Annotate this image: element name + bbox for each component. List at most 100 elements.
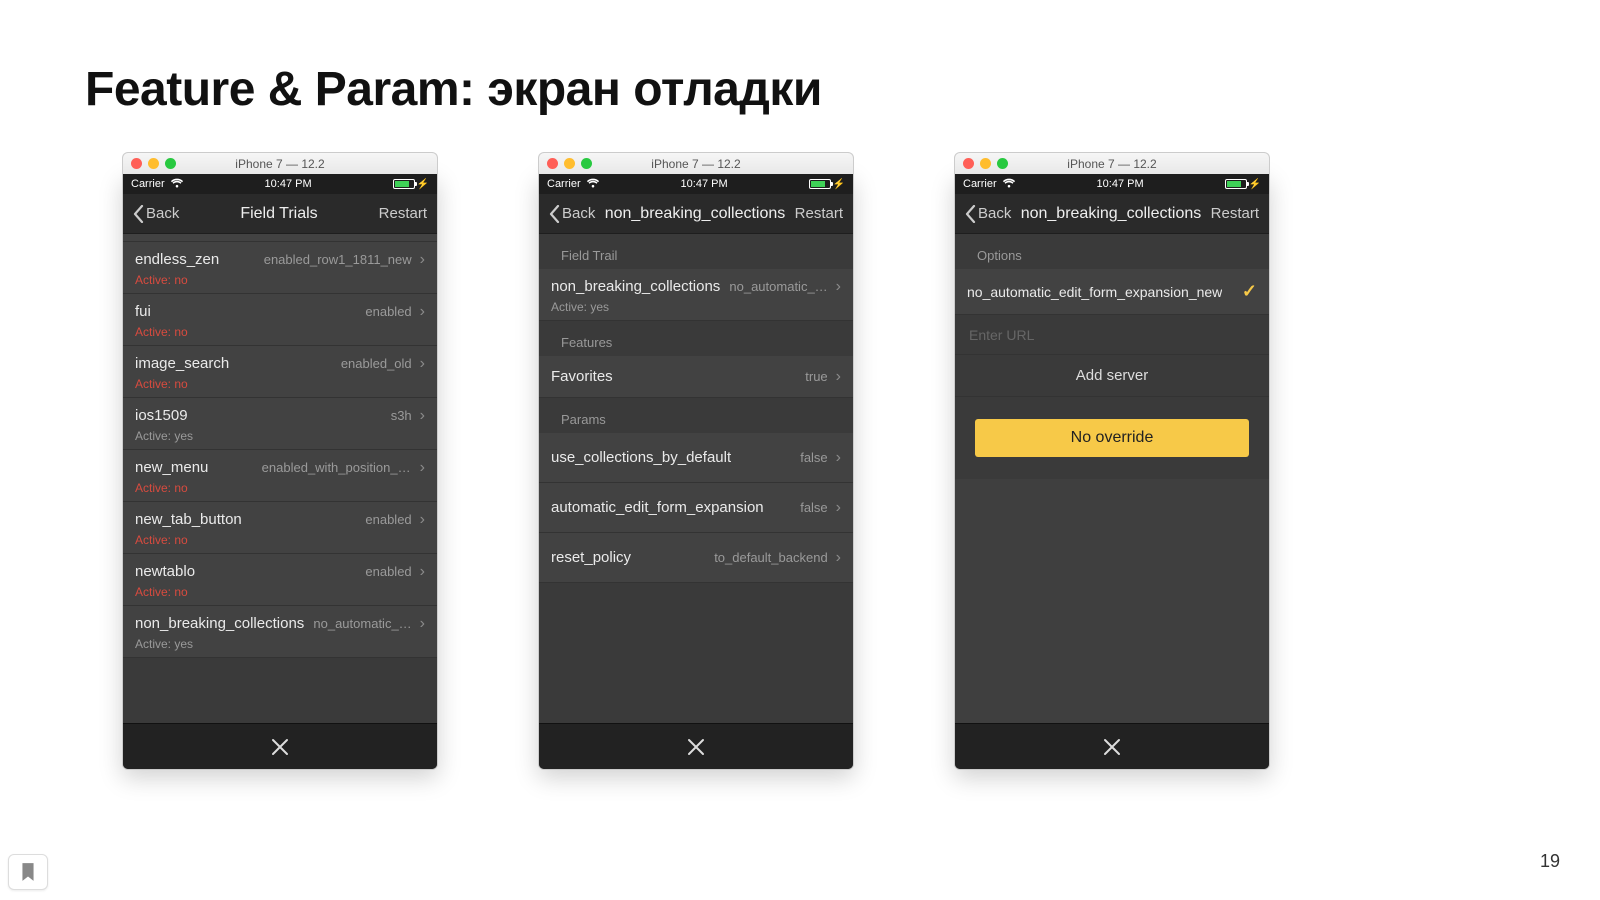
nav-bar: Back non_breaking_collections Restart: [539, 194, 853, 234]
row-title: fui: [135, 303, 151, 320]
param-row[interactable]: automatic_edit_form_expansionfalse›: [539, 483, 853, 533]
mac-titlebar: iPhone 7 — 12.2: [954, 152, 1270, 174]
bookmark-icon: [20, 862, 36, 882]
back-label: Back: [978, 205, 1011, 222]
row-value: true: [805, 369, 827, 384]
chevron-right-icon: ›: [836, 279, 841, 295]
table-row[interactable]: image_searchenabled_old›Active: no: [123, 346, 437, 398]
back-button[interactable]: Back: [133, 205, 179, 223]
no-override-button[interactable]: No override: [975, 419, 1249, 457]
table-row[interactable]: ios1509s3h›Active: yes: [123, 398, 437, 450]
section-options: Options: [955, 234, 1269, 269]
slide-title: Feature & Param: экран отладки: [85, 62, 822, 117]
zoom-dot[interactable]: [581, 158, 592, 169]
option-row[interactable]: no_automatic_edit_form_expansion_new ✓: [955, 269, 1269, 315]
back-label: Back: [146, 205, 179, 222]
chevron-left-icon: [965, 205, 976, 223]
url-input[interactable]: Enter URL: [955, 315, 1269, 355]
row-title: non_breaking_collections: [135, 615, 304, 632]
table-row[interactable]: new_tab_button enabled › Active: no: [123, 502, 437, 554]
row-value: false: [800, 500, 827, 515]
restart-button[interactable]: Restart: [379, 205, 427, 222]
minimize-dot[interactable]: [148, 158, 159, 169]
section-features: Features: [539, 321, 853, 356]
chevron-right-icon: ›: [420, 356, 425, 372]
close-toolbar-button[interactable]: [539, 723, 853, 769]
close-dot[interactable]: [547, 158, 558, 169]
table-row[interactable]: endless_zenenabled_row1_1811_new›Active:…: [123, 242, 437, 294]
chevron-right-icon: ›: [836, 369, 841, 385]
clock: 10:47 PM: [265, 178, 312, 190]
row-value: enabled: [365, 564, 411, 579]
chevron-right-icon: ›: [420, 616, 425, 632]
mac-titlebar: iPhone 7 — 12.2: [538, 152, 854, 174]
close-toolbar-button[interactable]: [955, 723, 1269, 769]
restart-button[interactable]: Restart: [795, 205, 843, 222]
row-title: new_tab_button: [135, 511, 242, 528]
carrier-label: Carrier: [131, 178, 165, 190]
back-button[interactable]: Back: [549, 205, 595, 223]
chevron-right-icon: ›: [420, 304, 425, 320]
row-title: endless_zen: [135, 251, 219, 268]
zoom-dot[interactable]: [165, 158, 176, 169]
row-title: use_collections_by_default: [551, 449, 731, 466]
row-active-status: Active: no: [135, 325, 425, 339]
checkmark-icon: ✓: [1242, 281, 1257, 302]
bookmark-button[interactable]: [8, 854, 48, 890]
chevron-right-icon: ›: [420, 512, 425, 528]
table-row[interactable]: fui enabled › Active: no: [123, 294, 437, 346]
url-placeholder: Enter URL: [969, 327, 1034, 343]
close-toolbar-button[interactable]: [123, 723, 437, 769]
back-button[interactable]: Back: [965, 205, 1011, 223]
trail-row[interactable]: non_breaking_collections no_automatic_… …: [539, 269, 853, 321]
status-bar: Carrier 10:47 PM ⚡: [123, 174, 437, 194]
close-dot[interactable]: [131, 158, 142, 169]
back-label: Back: [562, 205, 595, 222]
chevron-right-icon: ›: [420, 564, 425, 580]
carrier-label: Carrier: [963, 178, 997, 190]
minimize-dot[interactable]: [564, 158, 575, 169]
row-active-status: Active: no: [135, 533, 425, 547]
chevron-right-icon: ›: [836, 450, 841, 466]
restart-button[interactable]: Restart: [1211, 205, 1259, 222]
row-value: enabled: [365, 512, 411, 527]
row-value: enabled_old: [341, 356, 412, 371]
row-title: Favorites: [551, 368, 613, 385]
close-dot[interactable]: [963, 158, 974, 169]
row-value: no_automatic_…: [313, 616, 411, 631]
chevron-right-icon: ›: [420, 460, 425, 476]
row-value: no_automatic_…: [729, 279, 827, 294]
simulator-window-2: iPhone 7 — 12.2 Carrier 10:47 PM ⚡: [538, 152, 854, 770]
status-bar: Carrier 10:47 PM ⚡: [539, 174, 853, 194]
carrier-label: Carrier: [547, 178, 581, 190]
chevron-left-icon: [549, 205, 560, 223]
param-row[interactable]: reset_policyto_default_backend›: [539, 533, 853, 583]
close-icon: [1102, 737, 1122, 757]
table-row[interactable]: newtabloenabled›Active: no: [123, 554, 437, 606]
content-spacer: [955, 479, 1269, 723]
chevron-left-icon: [133, 205, 144, 223]
nav-title: Field Trials: [179, 205, 378, 223]
row-active-status: Active: no: [135, 481, 425, 495]
row-title: ios1509: [135, 407, 188, 424]
section-field-trail: Field Trail: [539, 234, 853, 269]
chevron-right-icon: ›: [836, 500, 841, 516]
row-title: reset_policy: [551, 549, 631, 566]
zoom-dot[interactable]: [997, 158, 1008, 169]
nav-bar: Back Field Trials Restart: [123, 194, 437, 234]
add-server-button[interactable]: Add server: [955, 355, 1269, 397]
battery-indicator: ⚡: [809, 179, 845, 190]
page-number: 19: [1540, 851, 1560, 872]
row-active-status: Active: yes: [135, 429, 425, 443]
feature-row[interactable]: Favorites true ›: [539, 356, 853, 398]
chevron-right-icon: ›: [420, 252, 425, 268]
wifi-icon: [1002, 178, 1016, 191]
table-row[interactable]: new_menuenabled_with_position_old›Active…: [123, 450, 437, 502]
table-row[interactable]: non_breaking_collectionsno_automatic_…›A…: [123, 606, 437, 658]
row-value: enabled: [365, 304, 411, 319]
minimize-dot[interactable]: [980, 158, 991, 169]
param-row[interactable]: use_collections_by_defaultfalse›: [539, 433, 853, 483]
battery-indicator: ⚡: [1225, 179, 1261, 190]
row-value: s3h: [391, 408, 412, 423]
row-value: to_default_backend: [714, 550, 827, 565]
